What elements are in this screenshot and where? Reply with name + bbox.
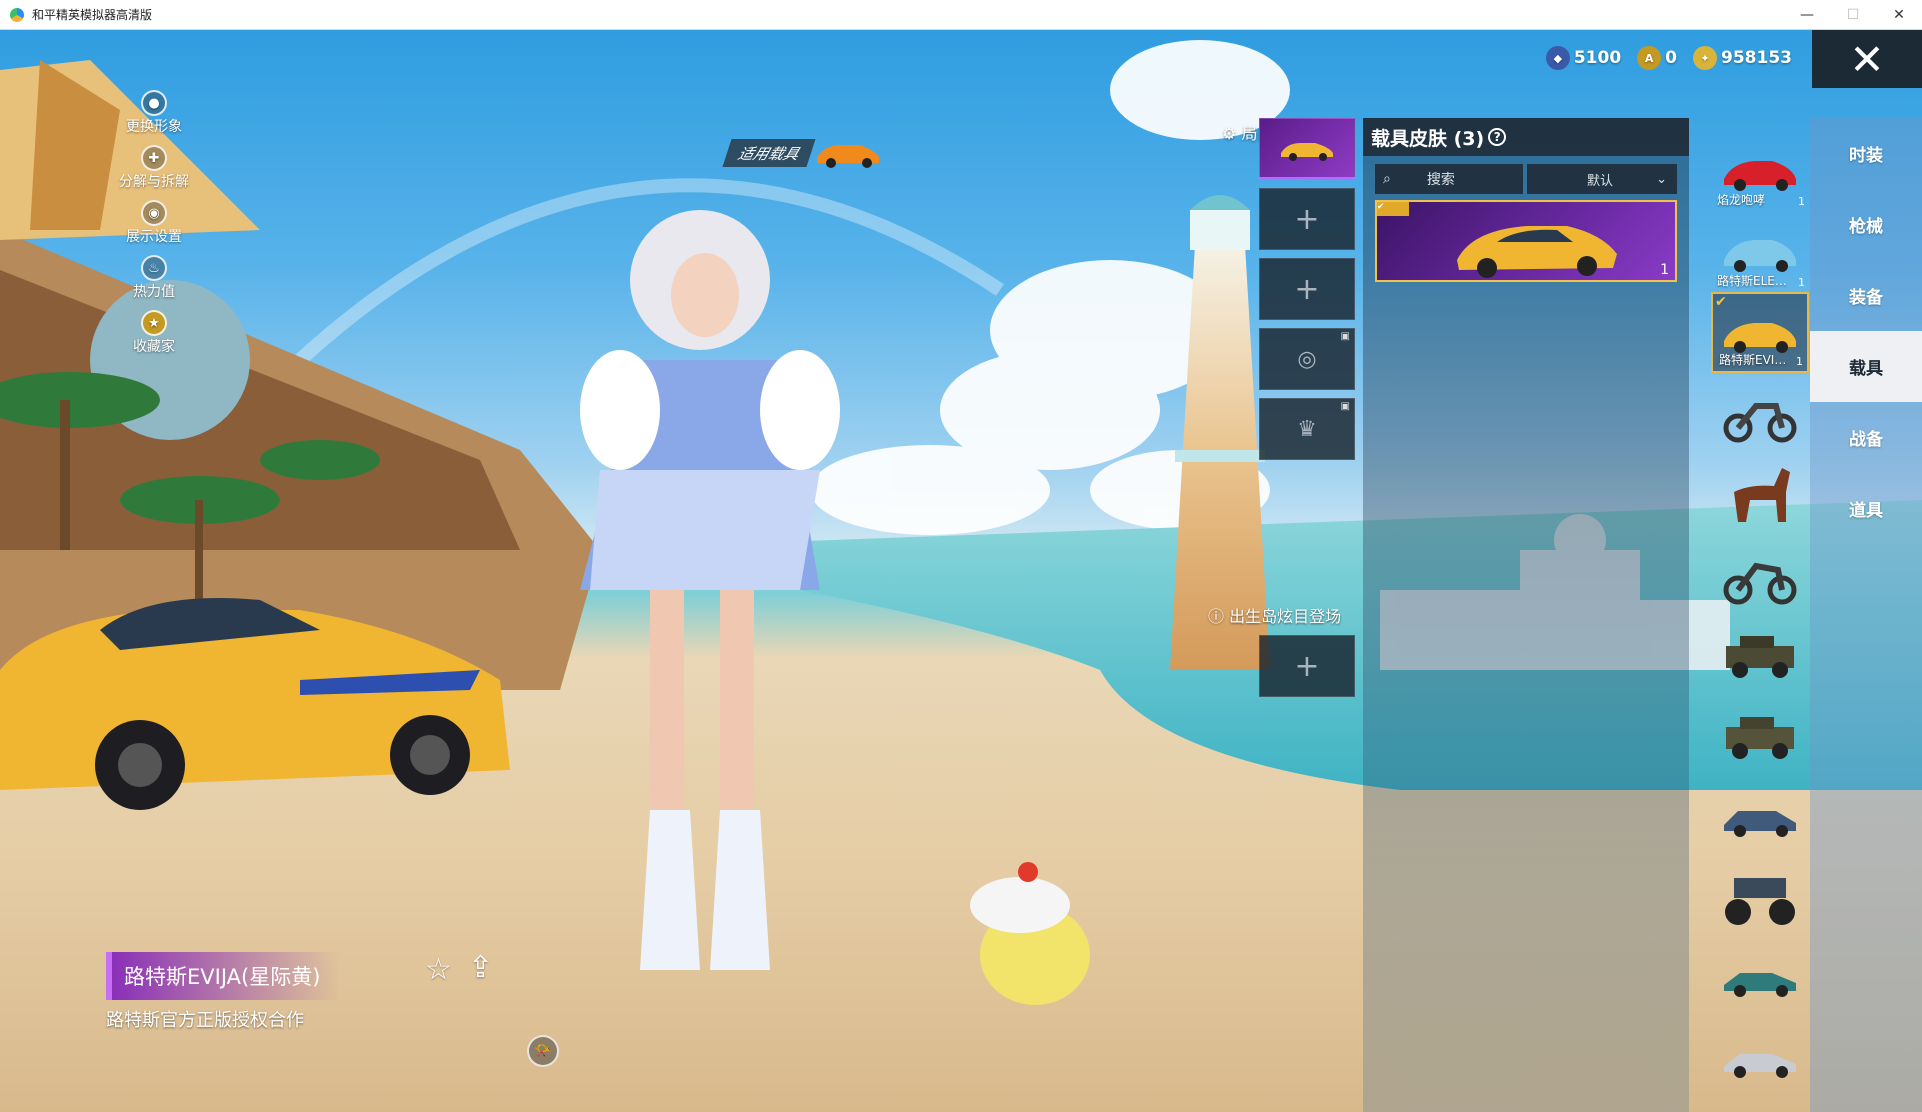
vehicle-item-sedan[interactable]	[1711, 778, 1809, 859]
currency-coupon: ◆ 5100	[1545, 46, 1621, 70]
search-row: ⌕ 搜索 默认 ⌄	[1375, 164, 1677, 194]
minimize-button[interactable]: —	[1784, 0, 1830, 30]
apply-vehicle-car-icon	[817, 145, 879, 168]
sort-dropdown[interactable]: 默认 ⌄	[1527, 164, 1677, 194]
vehicle-item-classic-car[interactable]	[1711, 940, 1809, 1021]
lock-icon: ▣	[1340, 331, 1350, 342]
horn-icon[interactable]: 📯	[527, 1035, 559, 1067]
flame-icon: ♨	[141, 255, 167, 281]
side-item-collector[interactable]: ★ 收藏家	[94, 310, 214, 365]
item-description: 路特斯官方正版授权合作	[106, 1010, 304, 1031]
currency-bar: ◆ 5100 A 0 ✦ 958153	[1545, 46, 1792, 70]
help-icon: ⓘ	[1208, 607, 1230, 626]
sedan-icon	[1724, 810, 1796, 837]
side-item-heat-value[interactable]: ♨ 热力值	[94, 255, 214, 310]
settings-gear-icon: ⚙	[1222, 124, 1242, 143]
spawn-island-label: ⓘ 出生岛炫目登场	[1208, 607, 1342, 626]
vehicle-item-monster-truck[interactable]	[1711, 859, 1809, 940]
checkmark-icon: ✔	[1715, 294, 1727, 310]
skin-slot-4[interactable]: ◎ ▣	[1259, 328, 1355, 390]
skin-car-thumbnail	[1457, 226, 1617, 278]
vehicle-item-lotus-evija[interactable]: ✔ 路特斯EVI… 1	[1711, 292, 1809, 373]
window-title: 和平精英模拟器高清版	[32, 8, 153, 22]
person-icon: ●	[141, 90, 167, 116]
coupon-icon: ◆	[1545, 46, 1570, 70]
lock-icon: ▣	[1340, 401, 1350, 412]
currency-gold: ✦ 958153	[1693, 46, 1792, 70]
badge-icon: ★	[141, 310, 167, 336]
skin-slot-5[interactable]: ♛ ▣	[1259, 398, 1355, 460]
plus-icon: +	[1294, 648, 1320, 684]
vehicle-item-motorcycle-2[interactable]	[1711, 535, 1809, 616]
blue-car-icon	[1724, 239, 1796, 272]
skin-card-lotus-evija[interactable]: ✔ 1	[1375, 200, 1677, 282]
category-tabs: 时装 枪械 装备 载具 战备 道具	[1810, 118, 1922, 1112]
chick-pet	[970, 862, 1090, 1005]
vehicle-item-lotus-eletre[interactable]: 路特斯ELE… 1	[1711, 211, 1809, 292]
red-car-icon	[1724, 160, 1796, 191]
favorite-star-icon[interactable]: ☆	[425, 952, 452, 987]
skin-search-input[interactable]: ⌕ 搜索	[1375, 164, 1523, 194]
tab-weapons[interactable]: 枪械	[1810, 189, 1922, 260]
yellow-car-icon	[1724, 322, 1796, 353]
vehicle-item-motorcycle[interactable]	[1711, 373, 1809, 454]
game-scene: ● 更换形象 ✚ 分解与拆解 ◉ 展示设置 ♨ 热力值 ★ 收藏家 适用载具 ⚙…	[0, 30, 1922, 1112]
maximize-button[interactable]: ☐	[1830, 0, 1876, 30]
jeep-icon	[1726, 716, 1794, 759]
gold-coin-icon: ✦	[1693, 46, 1718, 70]
badge-slot-icon: ◎	[1297, 346, 1317, 372]
yellow-car-icon	[1281, 143, 1333, 161]
app-icon	[10, 7, 24, 22]
vehicle-item-jeep[interactable]	[1711, 616, 1809, 697]
tab-vehicles[interactable]: 载具	[1810, 331, 1922, 402]
vehicle-skins-panel: 载具皮肤 (3) ? ⌕ 搜索 默认 ⌄ ✔ 1	[1363, 118, 1689, 1112]
vehicle-type-list: 焰龙咆哮 1 路特斯ELE… 1 ✔ 路特斯EVI… 1	[1711, 130, 1809, 1102]
tab-fashion[interactable]: 时装	[1810, 118, 1922, 189]
classic-car-icon	[1724, 972, 1796, 997]
plus-icon: +	[1294, 201, 1320, 237]
character-figure	[580, 210, 840, 970]
tab-equipment[interactable]: 装备	[1810, 260, 1922, 331]
window-titlebar: 和平精英模拟器高清版 — ☐ ✕	[0, 0, 1922, 30]
vehicle-item-jeep-2[interactable]	[1711, 697, 1809, 778]
share-icon[interactable]: ⇪	[468, 950, 493, 985]
skin-slot-1[interactable]	[1259, 118, 1355, 180]
jeep-icon	[1726, 635, 1794, 678]
eye-icon: ◉	[141, 200, 167, 226]
currency-badge: A 0	[1637, 46, 1677, 70]
item-name-banner: 路特斯EVIJA(星际黄)	[106, 952, 341, 1000]
skin-slot-3[interactable]: +	[1259, 258, 1355, 320]
classic-car-icon	[1724, 1053, 1796, 1078]
side-item-display-settings[interactable]: ◉ 展示设置	[94, 200, 214, 255]
search-icon: ⌕	[1383, 171, 1391, 187]
tab-supplies[interactable]: 战备	[1810, 402, 1922, 473]
monster-truck-icon	[1725, 877, 1795, 925]
vehicle-item-dragon-roar[interactable]: 焰龙咆哮 1	[1711, 130, 1809, 211]
apply-vehicle-tag: 适用载具	[722, 139, 816, 167]
tab-items[interactable]: 道具	[1810, 473, 1922, 544]
vehicle-item-horse[interactable]	[1711, 454, 1809, 535]
side-item-change-look[interactable]: ● 更换形象	[94, 90, 214, 145]
side-item-dismantle[interactable]: ✚ 分解与拆解	[94, 145, 214, 200]
badge-coin-icon: A	[1637, 46, 1662, 70]
vehicle-skins-header: 载具皮肤 (3) ?	[1363, 118, 1689, 156]
equipped-badge: ✔	[1377, 202, 1409, 216]
motorcycle-icon	[1723, 402, 1797, 442]
lighthouse	[1170, 195, 1270, 670]
puzzle-icon: ✚	[141, 145, 167, 171]
side-menu: ● 更换形象 ✚ 分解与拆解 ◉ 展示设置 ♨ 热力值 ★ 收藏家	[94, 90, 214, 365]
horse-icon	[1734, 467, 1790, 522]
close-icon[interactable]: ✕	[1812, 30, 1922, 88]
plus-icon: +	[1294, 271, 1320, 307]
vehicle-item-classic-car-2[interactable]	[1711, 1021, 1809, 1102]
crown-icon: ♛	[1297, 416, 1317, 442]
window-close-button[interactable]: ✕	[1876, 0, 1922, 30]
motorcycle-icon	[1723, 562, 1797, 604]
skin-slot-2[interactable]: +	[1259, 188, 1355, 250]
help-circle-icon[interactable]: ?	[1488, 128, 1507, 146]
spawn-island-slot[interactable]: +	[1259, 635, 1355, 697]
chevron-down-icon: ⌄	[1656, 171, 1667, 187]
